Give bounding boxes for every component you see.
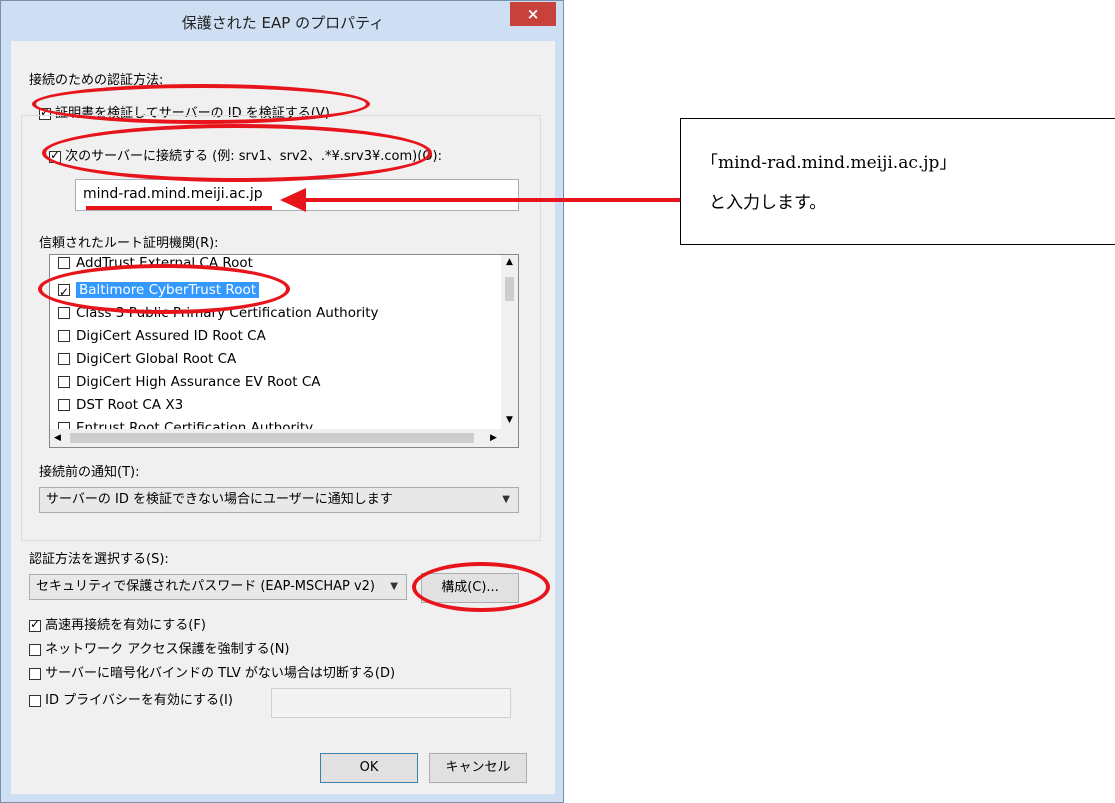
list-item[interactable]: DigiCert High Assurance EV Root CA (58, 371, 321, 393)
highlight-ellipse (32, 84, 370, 124)
method-select[interactable]: セキュリティで保護されたパスワード (EAP-MSCHAP v2) ▼ (29, 574, 407, 600)
scroll-down-icon[interactable]: ▼ (501, 413, 518, 427)
arrow-shaft (304, 198, 680, 202)
ca-label: DST Root CA X3 (76, 397, 184, 413)
option-row[interactable]: ID プライバシーを有効にする(I) (29, 689, 233, 708)
ca-checkbox[interactable] (58, 353, 70, 365)
list-item[interactable]: DigiCert Global Root CA (58, 348, 236, 370)
chevron-down-icon: ▼ (390, 581, 398, 592)
option-row[interactable]: 高速再接続を有効にする(F) (29, 614, 206, 633)
highlight-ellipse (412, 562, 550, 612)
tlv-disconnect-checkbox[interactable] (29, 667, 41, 680)
id-privacy-checkbox[interactable] (29, 694, 41, 707)
fast-reconnect-checkbox[interactable] (29, 617, 41, 632)
ca-checkbox[interactable] (58, 330, 70, 342)
callout-box: 「mind-rad.mind.meiji.ac.jp」 と入力します。 (680, 118, 1115, 245)
scroll-thumb-horizontal[interactable] (70, 433, 474, 443)
option-label: ID プライバシーを有効にする(I) (45, 693, 233, 708)
ca-checkbox[interactable] (58, 399, 70, 411)
cancel-button[interactable]: キャンセル (429, 753, 527, 783)
vertical-scrollbar[interactable]: ▲ ▼ (501, 255, 518, 429)
close-button[interactable]: × (510, 2, 556, 26)
ca-label: DigiCert Global Root CA (76, 351, 237, 367)
scroll-thumb[interactable] (505, 277, 514, 301)
method-select-value: セキュリティで保護されたパスワード (EAP-MSCHAP v2) (36, 579, 375, 594)
close-icon: × (526, 5, 540, 23)
trusted-ca-label: 信頼されたルート証明機関(R): (39, 236, 219, 251)
option-row[interactable]: サーバーに暗号化バインドの TLV がない場合は切断する(D) (29, 662, 395, 681)
option-label: サーバーに暗号化バインドの TLV がない場合は切断する(D) (45, 666, 396, 681)
scroll-up-icon[interactable]: ▲ (501, 255, 518, 269)
notify-select-value: サーバーの ID を検証できない場合にユーザーに通知します (46, 492, 393, 507)
notify-label: 接続前の通知(T): (39, 465, 140, 480)
option-row[interactable]: ネットワーク アクセス保護を強制する(N) (29, 638, 290, 657)
ca-checkbox[interactable] (58, 307, 70, 319)
highlight-ellipse (42, 124, 432, 182)
nap-checkbox[interactable] (29, 643, 41, 656)
window-title: 保護された EAP のプロパティ (181, 14, 385, 32)
notify-select[interactable]: サーバーの ID を検証できない場合にユーザーに通知します ▼ (39, 487, 519, 513)
horizontal-scrollbar[interactable]: ◀ ▶ (50, 429, 518, 447)
list-item[interactable]: DigiCert Assured ID Root CA (58, 325, 266, 347)
ca-label: DigiCert Assured ID Root CA (76, 328, 266, 344)
callout-line-1: 「mind-rad.mind.meiji.ac.jp」 (701, 153, 957, 173)
annotation-arrow (280, 188, 680, 212)
highlight-underline (86, 206, 272, 210)
scroll-left-icon[interactable]: ◀ (54, 429, 68, 447)
ca-label: DigiCert High Assurance EV Root CA (76, 374, 321, 390)
ca-checkbox[interactable] (58, 257, 70, 269)
chevron-down-icon: ▼ (502, 494, 510, 505)
server-names-value: mind-rad.mind.meiji.ac.jp (83, 186, 263, 202)
title-bar[interactable]: 保護された EAP のプロパティ × (1, 1, 565, 41)
ca-checkbox[interactable] (58, 376, 70, 388)
id-privacy-input[interactable] (271, 688, 511, 718)
ok-button[interactable]: OK (320, 753, 418, 783)
option-label: ネットワーク アクセス保護を強制する(N) (45, 642, 290, 657)
scroll-right-icon[interactable]: ▶ (490, 429, 504, 447)
arrow-head (280, 188, 306, 212)
option-label: 高速再接続を有効にする(F) (45, 618, 206, 633)
list-item[interactable]: DST Root CA X3 (58, 394, 183, 416)
callout-line-2: と入力します。 (709, 193, 827, 213)
method-label: 認証方法を選択する(S): (29, 552, 169, 567)
highlight-ellipse (38, 264, 290, 314)
